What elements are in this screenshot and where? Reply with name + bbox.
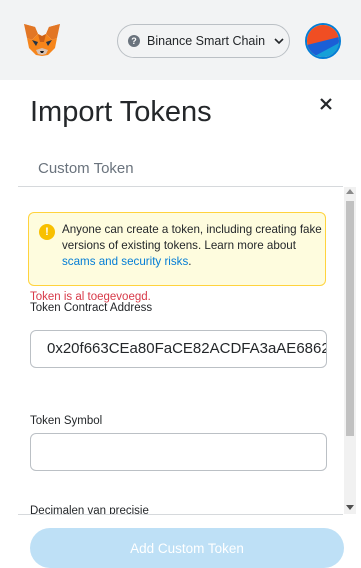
- token-symbol-field[interactable]: [30, 433, 327, 471]
- scrollbar[interactable]: [344, 187, 356, 514]
- page-title: Import Tokens: [30, 96, 212, 128]
- scroll-down-arrow-icon[interactable]: [346, 505, 354, 510]
- add-custom-token-button[interactable]: Add Custom Token: [30, 528, 344, 568]
- warning-icon: !: [39, 224, 55, 240]
- chevron-down-icon: [272, 34, 286, 48]
- scams-risks-link[interactable]: scams and security risks: [62, 255, 188, 268]
- metamask-fox-icon[interactable]: [22, 22, 62, 58]
- scroll-up-arrow-icon[interactable]: [346, 189, 354, 194]
- scam-warning: ! Anyone can create a token, including c…: [28, 212, 326, 286]
- contract-address-label: Token Contract Address: [30, 302, 153, 314]
- import-form: ! Anyone can create a token, including c…: [18, 187, 343, 514]
- warning-text-suffix: .: [188, 255, 192, 268]
- token-symbol-label: Token Symbol: [30, 415, 103, 427]
- footer-divider: [18, 514, 343, 515]
- tab-custom-token[interactable]: Custom Token: [38, 160, 134, 177]
- contract-address-field[interactable]: 0x20f663CEa80FaCE82ACDFA3aAE6862d246cE03…: [30, 330, 327, 368]
- network-selector[interactable]: ? Binance Smart Chain: [117, 24, 290, 58]
- contract-address-error: Token is al toegevoegd.: [30, 291, 151, 303]
- warning-text: Anyone can create a token, including cre…: [62, 222, 322, 270]
- scroll-thumb[interactable]: [346, 201, 354, 436]
- decimals-label: Decimalen van precisie: [30, 505, 149, 514]
- close-icon[interactable]: [317, 95, 337, 115]
- warning-text-prefix: Anyone can create a token, including cre…: [62, 223, 322, 252]
- network-status-icon: ?: [128, 35, 140, 47]
- account-avatar[interactable]: [305, 23, 341, 59]
- contract-address-value: 0x20f663CEa80FaCE82ACDFA3aAE6862d246cE03…: [47, 340, 326, 357]
- app-header: ? Binance Smart Chain: [0, 0, 361, 80]
- network-label: Binance Smart Chain: [147, 34, 266, 48]
